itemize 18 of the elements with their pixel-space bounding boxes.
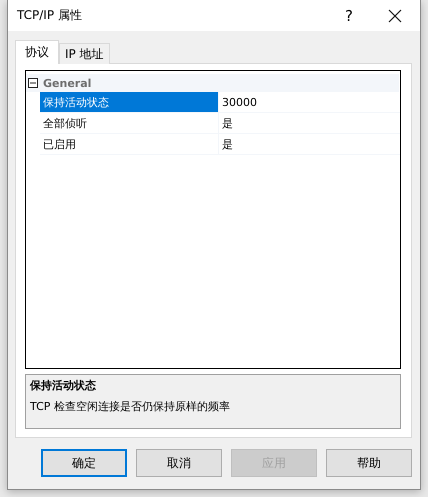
description-title: 保持活动状态 [30, 378, 97, 393]
dialog-button[interactable]: 帮助 [326, 449, 412, 477]
tab[interactable]: IP 地址 [59, 43, 110, 64]
property-name[interactable]: 全部侦听 [40, 113, 219, 133]
property-value[interactable]: 是 [219, 134, 400, 154]
property-value[interactable]: 是 [219, 113, 400, 133]
help-button[interactable]: ? [327, 0, 371, 30]
collapse-icon[interactable] [28, 78, 38, 88]
property-name[interactable]: 保持活动状态 [40, 92, 219, 112]
dialog-button[interactable]: 取消 [136, 449, 222, 477]
window-title: TCP/IP 属性 [17, 7, 83, 24]
dialog-button[interactable]: 确定 [41, 449, 127, 477]
close-icon [388, 8, 402, 22]
description-text: TCP 检查空闲连接是否仍保持原样的频率 [30, 399, 231, 414]
category-label: General [43, 76, 92, 90]
property-name[interactable]: 已启用 [40, 134, 219, 154]
property-value[interactable]: 30000 [219, 92, 400, 112]
tab[interactable]: 协议 [15, 40, 59, 64]
